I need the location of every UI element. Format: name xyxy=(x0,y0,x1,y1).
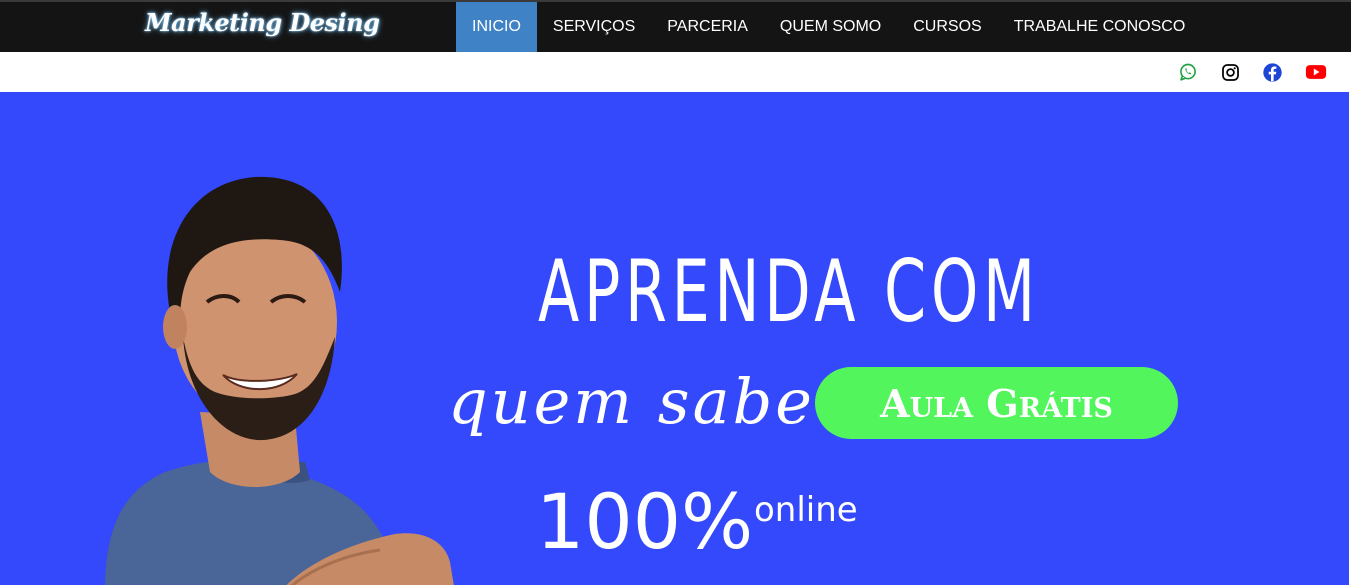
social-bar xyxy=(0,52,1351,92)
online-text: online xyxy=(754,490,858,530)
hero-banner: APRENDA COM quem sabe Aula Grátis 100% o… xyxy=(0,92,1349,585)
nav-item-parceria[interactable]: PARCERIA xyxy=(651,2,764,52)
instructor-photo xyxy=(105,176,454,585)
youtube-icon[interactable] xyxy=(1305,61,1327,83)
nav-item-inicio[interactable]: INICIO xyxy=(456,2,537,52)
headline-learn-with: APRENDA COM xyxy=(538,242,1040,342)
nav-item-servicos[interactable]: SERVIÇOS xyxy=(537,2,651,52)
main-menu: INICIO SERVIÇOS PARCERIA QUEM SOMO CURSO… xyxy=(456,2,1201,52)
whatsapp-icon[interactable] xyxy=(1177,61,1199,83)
top-navigation-bar: Marketing Desing INICIO SERVIÇOS PARCERI… xyxy=(0,0,1351,52)
percent-text: 100% xyxy=(536,477,754,566)
nav-item-quem-somo[interactable]: QUEM SOMO xyxy=(764,2,897,52)
nav-item-trabalhe-conosco[interactable]: TRABALHE CONOSCO xyxy=(998,2,1202,52)
free-class-button[interactable]: Aula Grátis xyxy=(815,367,1178,439)
headline-who-knows: quem sabe xyxy=(448,365,815,438)
instagram-icon[interactable] xyxy=(1219,61,1241,83)
brand-logo[interactable]: Marketing Desing xyxy=(145,8,380,37)
facebook-icon[interactable] xyxy=(1261,61,1283,83)
nav-item-cursos[interactable]: CURSOS xyxy=(897,2,997,52)
